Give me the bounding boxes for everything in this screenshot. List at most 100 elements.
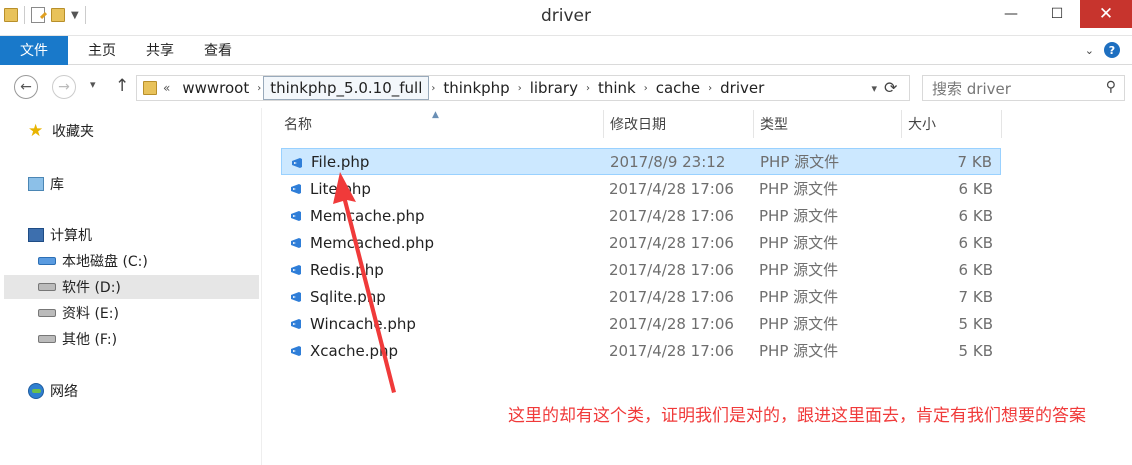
- file-date: 2017/8/9 23:12: [610, 152, 726, 171]
- breadcrumb-thinkphp[interactable]: thinkphp: [437, 76, 515, 100]
- chevron-right-icon[interactable]: ›: [706, 83, 714, 94]
- sidebar-item-drive-f[interactable]: 其他 (F:): [38, 327, 117, 351]
- file-date: 2017/4/28 17:06: [609, 233, 734, 252]
- sidebar-item-favorites[interactable]: ★ 收藏夹: [28, 119, 94, 143]
- close-button[interactable]: ✕: [1080, 0, 1132, 28]
- php-file-icon: [290, 210, 302, 222]
- chevron-right-icon[interactable]: ›: [255, 83, 263, 94]
- breadcrumb-think[interactable]: think: [592, 76, 642, 100]
- file-size: 6 KB: [958, 260, 993, 279]
- table-row[interactable]: Memcached.php 2017/4/28 17:06 PHP 源文件 6 KB: [281, 229, 1001, 256]
- file-date: 2017/4/28 17:06: [609, 341, 734, 360]
- column-header-size[interactable]: 大小: [902, 110, 1002, 138]
- file-date: 2017/4/28 17:06: [609, 179, 734, 198]
- folder-icon: [143, 81, 157, 95]
- star-icon: ★: [28, 121, 44, 141]
- chevron-right-icon[interactable]: ›: [584, 83, 592, 94]
- tab-home[interactable]: 主页: [68, 36, 131, 65]
- maximize-button[interactable]: ☐: [1034, 0, 1080, 28]
- tab-file[interactable]: 文件: [0, 35, 68, 65]
- breadcrumb-wwwroot[interactable]: wwwroot: [176, 76, 255, 100]
- ribbon-tabs: 文件 主页 共享 查看: [0, 35, 1132, 65]
- ribbon-right: ⌄ ?: [1085, 42, 1120, 58]
- search-icon[interactable]: ⚲: [1106, 79, 1116, 95]
- tab-view[interactable]: 查看: [189, 36, 247, 65]
- sidebar-item-label: 软件 (D:): [62, 280, 121, 296]
- breadcrumb-driver[interactable]: driver: [714, 76, 770, 100]
- file-list: File.php 2017/8/9 23:12 PHP 源文件 7 KB Lite.ph…: [281, 148, 1001, 364]
- library-icon: [28, 177, 44, 191]
- sidebar-item-label: 库: [50, 177, 64, 193]
- column-header-date[interactable]: 修改日期: [604, 110, 754, 138]
- sidebar-item-library[interactable]: 库: [28, 172, 64, 196]
- address-bar[interactable]: « wwwroot › thinkphp_5.0.10_full › think…: [136, 75, 910, 101]
- file-date: 2017/4/28 17:06: [609, 287, 734, 306]
- file-name: File.php: [311, 152, 370, 171]
- chevron-right-icon[interactable]: ›: [516, 83, 524, 94]
- breadcrumb-cache[interactable]: cache: [650, 76, 706, 100]
- navigation-pane: ★ 收藏夹 库 计算机 本地磁盘 (C:) 软件 (D:) 资料 (E:) 其他…: [0, 108, 262, 465]
- file-name: Sqlite.php: [310, 287, 386, 306]
- overflow-icon[interactable]: «: [163, 81, 176, 95]
- file-size: 6 KB: [958, 206, 993, 225]
- table-row[interactable]: Wincache.php 2017/4/28 17:06 PHP 源文件 5 KB: [281, 310, 1001, 337]
- column-header-name[interactable]: 名称: [278, 110, 604, 138]
- sidebar-item-label: 收藏夹: [52, 124, 94, 140]
- address-dropdown-icon[interactable]: ▾: [871, 82, 877, 95]
- table-row[interactable]: Lite.php 2017/4/28 17:06 PHP 源文件 6 KB: [281, 175, 1001, 202]
- sidebar-item-label: 网络: [50, 384, 78, 400]
- chevron-right-icon[interactable]: ›: [642, 83, 650, 94]
- file-size: 7 KB: [957, 152, 992, 171]
- help-icon[interactable]: ?: [1104, 42, 1120, 58]
- table-row[interactable]: Sqlite.php 2017/4/28 17:06 PHP 源文件 7 KB: [281, 283, 1001, 310]
- php-file-icon: [290, 318, 302, 330]
- table-row[interactable]: Xcache.php 2017/4/28 17:06 PHP 源文件 5 KB: [281, 337, 1001, 364]
- table-row[interactable]: File.php 2017/8/9 23:12 PHP 源文件 7 KB: [281, 148, 1001, 175]
- file-type: PHP 源文件: [760, 153, 840, 171]
- php-file-icon: [290, 183, 302, 195]
- window-title: driver: [540, 6, 591, 26]
- expand-ribbon-icon[interactable]: ⌄: [1085, 44, 1094, 57]
- drive-icon: [38, 309, 56, 317]
- file-size: 6 KB: [958, 179, 993, 198]
- php-file-icon: [291, 157, 303, 169]
- drive-icon: [38, 335, 56, 343]
- system-drive-icon: [38, 257, 56, 265]
- tab-share[interactable]: 共享: [131, 36, 189, 65]
- column-header-type[interactable]: 类型: [754, 110, 902, 138]
- file-name: Redis.php: [310, 260, 384, 279]
- forward-button[interactable]: →: [52, 75, 76, 99]
- recent-locations-icon[interactable]: ▾: [90, 78, 96, 91]
- sidebar-item-label: 本地磁盘 (C:): [62, 254, 148, 270]
- up-button[interactable]: ↑: [115, 76, 129, 96]
- explorer-window: ▼ driver — ☐ ✕ 文件 主页 共享 查看 ⌄ ? ← → ▾ ↑ «…: [0, 0, 1132, 465]
- drive-icon: [38, 283, 56, 291]
- file-date: 2017/4/28 17:06: [609, 206, 734, 225]
- file-name: Wincache.php: [310, 314, 416, 333]
- file-type: PHP 源文件: [759, 207, 839, 225]
- window-controls: — ☐ ✕: [988, 0, 1132, 28]
- search-input[interactable]: 搜索 driver ⚲: [922, 75, 1125, 101]
- file-type: PHP 源文件: [759, 180, 839, 198]
- chevron-right-icon[interactable]: ›: [429, 83, 437, 94]
- php-file-icon: [290, 345, 302, 357]
- sidebar-item-computer[interactable]: 计算机: [28, 223, 92, 247]
- file-size: 5 KB: [958, 314, 993, 333]
- table-row[interactable]: Redis.php 2017/4/28 17:06 PHP 源文件 6 KB: [281, 256, 1001, 283]
- computer-icon: [28, 228, 44, 242]
- breadcrumb-library[interactable]: library: [524, 76, 584, 100]
- sidebar-item-drive-c[interactable]: 本地磁盘 (C:): [38, 249, 148, 273]
- file-type: PHP 源文件: [759, 342, 839, 360]
- minimize-button[interactable]: —: [988, 0, 1034, 28]
- back-button[interactable]: ←: [14, 75, 38, 99]
- file-size: 7 KB: [958, 287, 993, 306]
- sidebar-item-drive-e[interactable]: 资料 (E:): [38, 301, 119, 325]
- sidebar-item-drive-d[interactable]: 软件 (D:): [4, 275, 259, 299]
- breadcrumb-thinkphp-full[interactable]: thinkphp_5.0.10_full: [263, 76, 430, 100]
- sidebar-item-network[interactable]: 网络: [28, 379, 78, 403]
- file-size: 5 KB: [958, 341, 993, 360]
- file-date: 2017/4/28 17:06: [609, 314, 734, 333]
- table-row[interactable]: Memcache.php 2017/4/28 17:06 PHP 源文件 6 KB: [281, 202, 1001, 229]
- refresh-icon[interactable]: ⟳: [884, 78, 897, 97]
- file-name: Lite.php: [310, 179, 371, 198]
